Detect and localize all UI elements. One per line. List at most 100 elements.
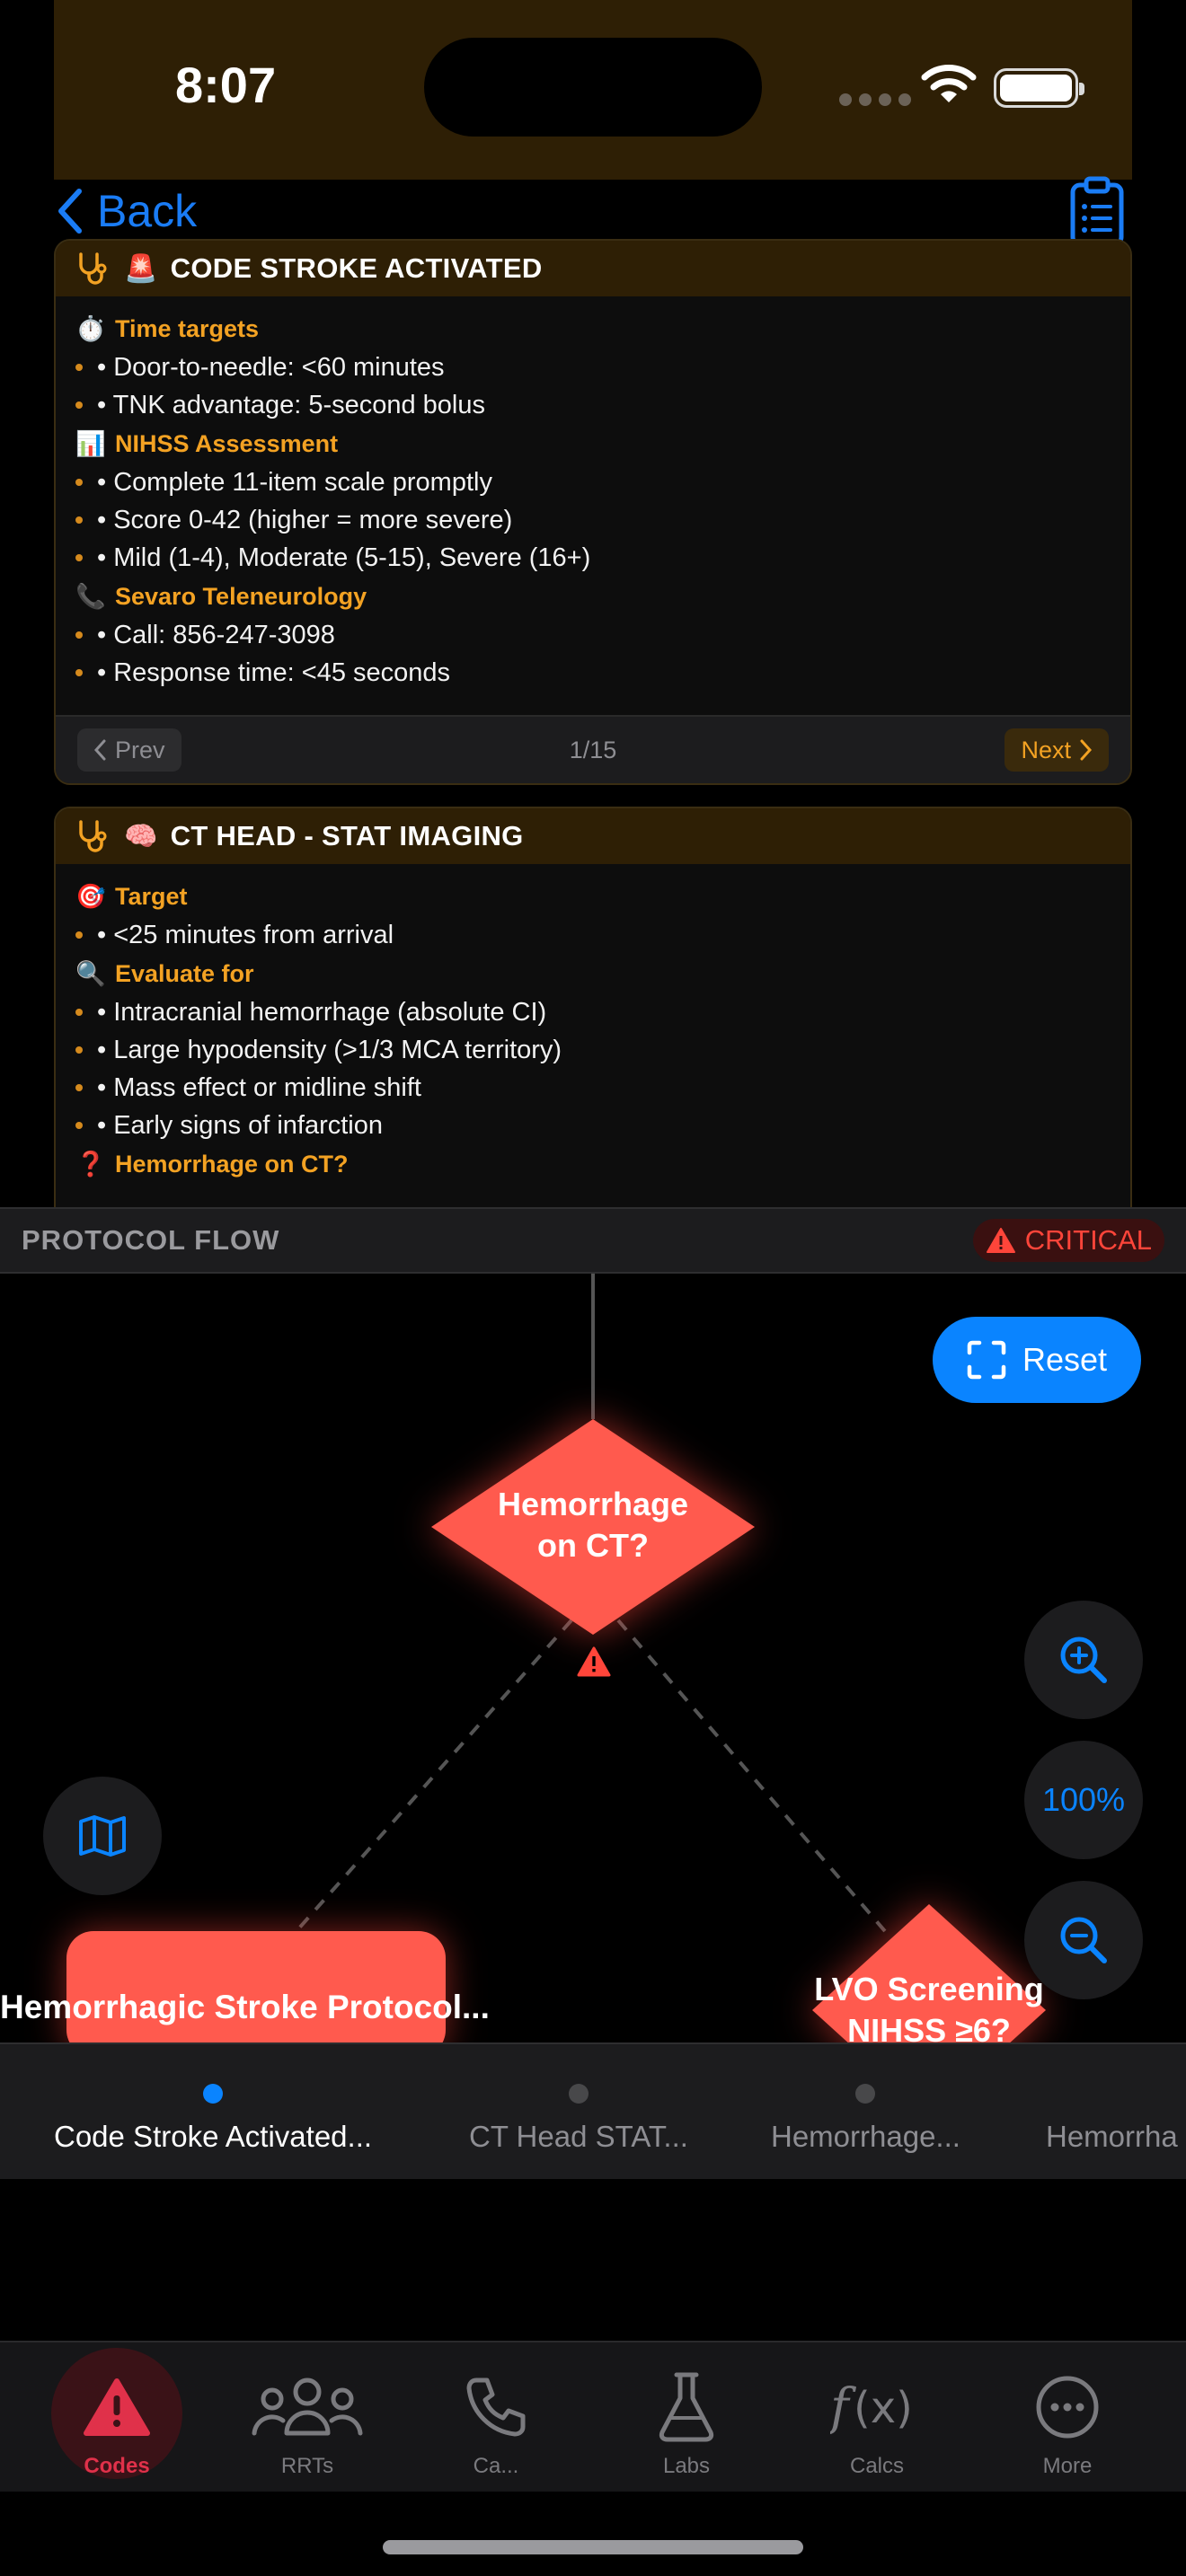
question-icon: ❓ <box>75 1151 106 1178</box>
tab-label: Labs <box>662 2454 711 2478</box>
function-icon: f (x) <box>830 2378 913 2437</box>
step-item-hemorrhage[interactable]: Hemorrhage... <box>771 2044 960 2179</box>
step-label: Code Stroke Activated... <box>54 2120 373 2153</box>
home-indicator[interactable] <box>383 2540 803 2554</box>
zoom-in-icon <box>1060 1636 1107 1683</box>
step-dot <box>203 2084 224 2104</box>
tab-label: Calcs <box>849 2454 904 2478</box>
svg-text:(x): (x) <box>854 2383 913 2433</box>
tab-bar: Codes RRTs Ca... Labs f (x) Calcs More <box>0 2341 1186 2492</box>
step-card-code-stroke: 🚨 CODE STROKE ACTIVATED ⏱️ Time targets •… <box>54 239 1132 785</box>
warning-icon <box>986 1228 1015 1253</box>
list-item: • Complete 11-item scale promptly <box>75 463 1111 501</box>
protocol-flow-canvas[interactable]: Hemorrhage on CT? Hemorrhagic Stroke Pro… <box>0 1274 1186 2042</box>
section-title: 🎯 Target <box>75 882 188 911</box>
step-item-code-stroke[interactable]: Code Stroke Activated... <box>54 2044 372 2179</box>
brain-icon: 🧠 <box>124 821 158 851</box>
section-title: 📞 Sevaro Teleneurology <box>75 582 367 611</box>
people-icon <box>252 2378 363 2436</box>
chevron-left-icon <box>93 739 106 761</box>
tab-calls[interactable]: Ca... <box>401 2342 591 2493</box>
protocol-flow-title: PROTOCOL FLOW <box>22 1224 280 1256</box>
minimap-button[interactable] <box>43 1777 162 1895</box>
critical-badge: CRITICAL <box>972 1219 1164 1262</box>
zoom-level-button[interactable]: 100% <box>1024 1741 1143 1859</box>
flask-icon <box>659 2372 714 2442</box>
map-icon <box>79 1815 126 1857</box>
wifi-icon <box>921 65 977 102</box>
card-title: CODE STROKE ACTIVATED <box>170 252 543 284</box>
list-item: • Score 0-42 (higher = more severe) <box>75 501 1111 539</box>
tab-label: More <box>1042 2454 1093 2478</box>
list-clipboard-icon[interactable] <box>1069 176 1125 248</box>
list-item: • Mass effect or midline shift <box>75 1069 1111 1107</box>
stopwatch-icon: ⏱️ <box>75 315 106 342</box>
step-dot <box>855 2084 876 2104</box>
next-button[interactable]: Next <box>1005 728 1109 772</box>
list-item: • Intracranial hemorrhage (absolute CI) <box>75 993 1111 1031</box>
step-card-ct-head: 🧠 CT HEAD - STAT IMAGING 🎯 Target • <25 m… <box>54 807 1132 1207</box>
reset-view-button[interactable]: Reset <box>933 1317 1141 1403</box>
back-button[interactable]: Back <box>54 184 197 238</box>
list-item: • Door-to-needle: <60 minutes <box>75 348 1111 386</box>
step-item-ct-head[interactable]: CT Head STAT... <box>469 2044 688 2179</box>
process-node-hemorrhagic-label: Hemorrhagic Stroke Protocol... <box>0 1989 490 2025</box>
list-item: • Call: 856-247-3098 <box>75 616 1111 654</box>
warning-icon <box>577 1646 611 1677</box>
list-item: • Mild (1-4), Moderate (5-15), Severe (1… <box>75 539 1111 577</box>
zoom-in-button[interactable] <box>1024 1601 1143 1719</box>
section-title: 📊 NIHSS Assessment <box>75 429 339 458</box>
card-header: 🚨 CODE STROKE ACTIVATED <box>56 241 1130 296</box>
tab-rrts[interactable]: RRTs <box>212 2342 403 2493</box>
step-label: Hemorrha <box>1046 2120 1178 2153</box>
tab-calcs[interactable]: f (x) Calcs <box>782 2342 972 2493</box>
list-item: • Large hypodensity (>1/3 MCA territory) <box>75 1031 1111 1069</box>
back-label: Back <box>97 186 198 236</box>
list-item: • Early signs of infarction <box>75 1107 1111 1144</box>
protocol-steps-view: 8:07 Back 🚨 CODE STROKE ACTIVATED ⏱️ Tim… <box>54 0 1132 1207</box>
list-item: • Response time: <45 seconds <box>75 654 1111 692</box>
decision-node-lvo-label[interactable]: LVO Screening NIHSS ≥6? <box>785 1969 1073 2042</box>
magnifier-icon: 🔍 <box>75 960 106 987</box>
dynamic-island <box>424 38 762 137</box>
battery-icon <box>994 68 1084 108</box>
stethoscope-icon <box>79 252 107 285</box>
cellular-signal-icon <box>839 93 911 106</box>
list-item: • TNK advantage: 5-second bolus <box>75 386 1111 424</box>
chart-icon: 📊 <box>75 430 106 457</box>
chevron-left-icon <box>58 189 82 234</box>
section-title: ❓ Hemorrhage on CT? <box>75 1150 349 1178</box>
tab-more[interactable]: More <box>972 2342 1163 2493</box>
step-item-hemorrhagic[interactable]: Hemorrha <box>1046 2044 1178 2179</box>
phone-icon <box>466 2378 526 2437</box>
card-title: CT HEAD - STAT IMAGING <box>170 820 524 851</box>
protocol-flow-header: PROTOCOL FLOW CRITICAL <box>0 1207 1186 1274</box>
tab-labs[interactable]: Labs <box>591 2342 782 2493</box>
zoom-out-icon <box>1060 1917 1107 1963</box>
section-title: 🔍 Evaluate for <box>75 959 254 988</box>
card-pager: Prev 1/15 Next <box>56 715 1130 783</box>
phone-icon: 📞 <box>75 583 106 610</box>
tab-label: RRTs <box>280 2454 334 2478</box>
siren-icon: 🚨 <box>124 253 158 284</box>
zoom-out-button[interactable] <box>1024 1881 1143 1999</box>
prev-button[interactable]: Prev <box>77 728 181 772</box>
page-indicator: 1/15 <box>569 736 617 763</box>
step-label: Hemorrhage... <box>771 2120 960 2153</box>
step-navigator: Code Stroke Activated... CT Head STAT...… <box>0 2042 1186 2179</box>
tab-label: Ca... <box>473 2454 519 2478</box>
section-title: ⏱️ Time targets <box>75 314 260 343</box>
more-icon <box>1036 2376 1099 2439</box>
status-bar: 8:07 <box>54 0 1132 180</box>
warning-icon <box>84 2378 150 2436</box>
tab-label: Codes <box>84 2454 150 2478</box>
fit-screen-icon <box>967 1340 1006 1380</box>
status-time: 8:07 <box>175 57 277 113</box>
stethoscope-icon <box>79 820 107 852</box>
list-item: • <25 minutes from arrival <box>75 916 1111 954</box>
tab-codes[interactable]: Codes <box>22 2342 212 2493</box>
target-icon: 🎯 <box>75 883 106 910</box>
step-dot <box>568 2084 589 2104</box>
chevron-right-icon <box>1080 739 1093 761</box>
decision-node-hemorrhage-label[interactable]: Hemorrhage on CT? <box>449 1484 737 1566</box>
